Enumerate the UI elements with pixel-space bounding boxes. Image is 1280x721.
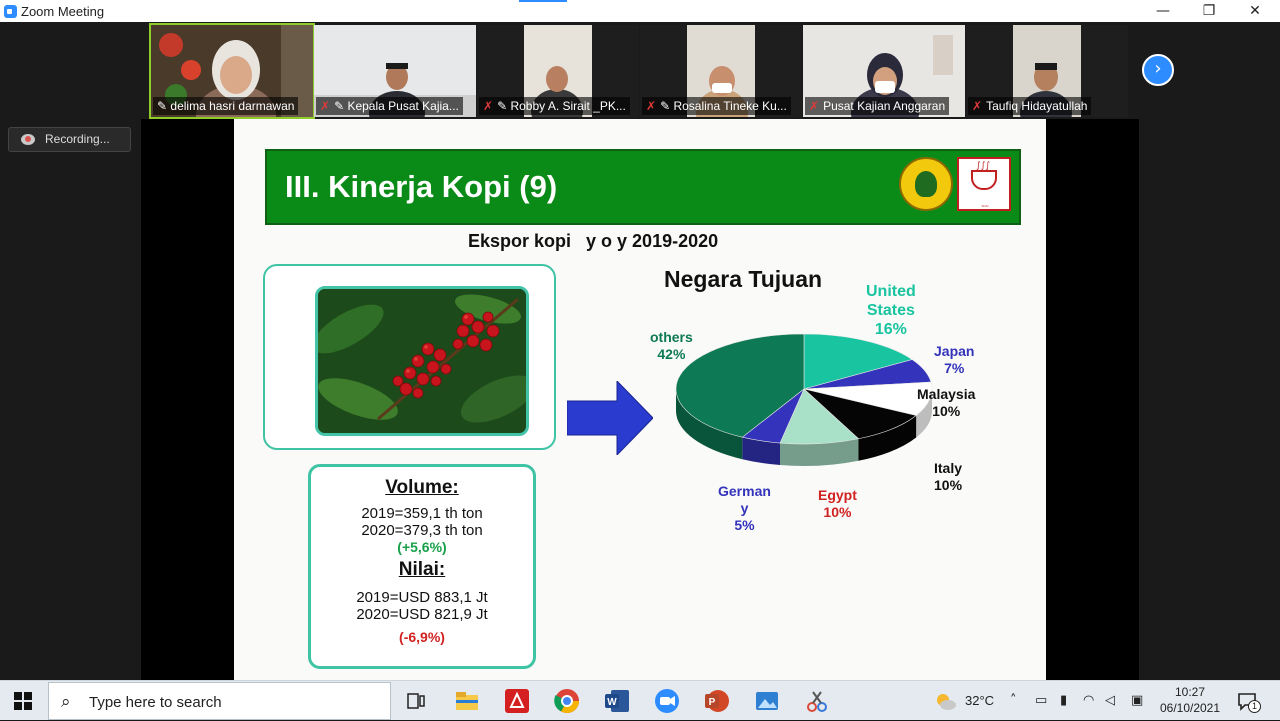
svg-text:W: W	[607, 697, 617, 708]
muted-mic-icon: ✗	[320, 99, 331, 113]
maximize-button[interactable]: ❐	[1186, 0, 1232, 22]
logo-text: SCAI	[981, 204, 989, 208]
value-change: (-6,9%)	[399, 629, 445, 645]
svg-text:P: P	[709, 697, 716, 708]
search-icon: ⌕	[61, 692, 71, 712]
next-page-button[interactable]: ›	[1142, 54, 1174, 86]
participant-name: delima hasri darmawan	[170, 99, 295, 113]
muted-mic-icon: ✗	[972, 99, 983, 113]
show-hidden-icons-chevron-icon[interactable]: ˄	[1010, 681, 1017, 721]
windows-start-button[interactable]	[14, 692, 32, 710]
volume-2019: 2019=359,1 th ton	[361, 505, 483, 522]
image-frame	[263, 264, 556, 450]
pin-icon: ✎	[157, 99, 171, 113]
windows-taskbar: ⌕ Type here to search W P 32°C ˄ ▭ ▮ ◠ ◁…	[0, 680, 1280, 720]
taskbar-search-box[interactable]: ⌕ Type here to search	[48, 682, 391, 720]
pin-icon: ✎	[497, 99, 511, 113]
word-icon[interactable]: W	[603, 687, 631, 715]
display-icon[interactable]: ▣	[1131, 681, 1143, 721]
microphone-icon[interactable]: ▮	[1060, 681, 1067, 721]
close-button[interactable]: ✕	[1232, 0, 1278, 22]
pie-label-others: others 42%	[650, 329, 693, 362]
meet-now-icon[interactable]: ▭	[1035, 681, 1047, 721]
participant-name: Taufiq Hidayatullah	[986, 99, 1088, 113]
volume-2020: 2020=379,3 th ton	[361, 522, 483, 539]
participant-strip: ✎ delima hasri darmawan ✗ ✎ Kepala Pusat …	[0, 22, 1280, 119]
wifi-icon[interactable]: ◠	[1083, 681, 1094, 721]
zoom-taskbar-icon[interactable]	[653, 687, 681, 715]
volume-change: (+5,6%)	[397, 539, 447, 555]
clock-date: 06/10/2021	[1159, 701, 1221, 715]
export-summary-box: Volume: 2019=359,1 th ton 2020=379,3 th …	[308, 464, 536, 669]
participant-name: Pusat Kajian Anggaran	[823, 99, 946, 113]
value-heading: Nilai:	[398, 559, 446, 580]
pie-label-malaysia: Malaysia 10%	[917, 386, 976, 419]
window-titlebar: Zoom Meeting — ❐ ✕	[0, 0, 1280, 22]
record-icon	[21, 134, 35, 145]
recording-indicator[interactable]: Recording...	[8, 127, 131, 152]
volume-icon[interactable]: ◁	[1105, 681, 1115, 721]
participant-name: Robby A. Sirait _PK...	[510, 99, 626, 113]
muted-mic-icon: ✗	[646, 99, 657, 113]
slide-banner: III. Kinerja Kopi (9) ∫∫∫ SCAI	[265, 149, 1021, 225]
zoom-app-icon	[4, 5, 17, 18]
notification-count: 1	[1248, 700, 1261, 713]
slide-title: III. Kinerja Kopi (9)	[285, 169, 558, 204]
pie-label-japan: Japan 7%	[934, 343, 975, 376]
chrome-icon[interactable]	[553, 687, 581, 715]
snipping-tool-icon[interactable]	[803, 687, 831, 715]
weather-sun-icon[interactable]	[934, 691, 956, 711]
participant-tile[interactable]: ✗ Pusat Kajian Anggaran	[803, 25, 965, 117]
pin-icon: ✎	[660, 99, 674, 113]
participant-name: Kepala Pusat Kajia...	[347, 99, 459, 113]
chart-title: Negara Tujuan	[664, 266, 823, 292]
system-clock[interactable]: 10:27 06/10/2021	[1150, 684, 1230, 716]
pin-icon: ✎	[334, 99, 348, 113]
search-placeholder: Type here to search	[89, 694, 222, 711]
coffee-association-logo-icon: ∫∫∫ SCAI	[957, 157, 1011, 211]
coffee-cherries-photo	[315, 286, 529, 436]
recording-label: Recording...	[45, 132, 110, 146]
window-title: Zoom Meeting	[21, 4, 105, 19]
powerpoint-icon[interactable]: P	[703, 687, 731, 715]
muted-mic-icon: ✗	[809, 99, 820, 113]
participant-tile[interactable]: ✗ ✎ Kepala Pusat Kajia...	[314, 25, 476, 117]
value-2020: 2020=USD 821,9 Jt	[356, 606, 488, 623]
minimize-button[interactable]: —	[1140, 0, 1186, 22]
task-view-icon[interactable]	[402, 687, 430, 715]
photos-icon[interactable]	[753, 687, 781, 715]
acrobat-icon[interactable]	[503, 687, 531, 715]
weather-temperature[interactable]: 32°C	[965, 681, 994, 721]
presentation-slide: III. Kinerja Kopi (9) ∫∫∫ SCAI Ekspor ko…	[234, 119, 1046, 680]
participant-tile[interactable]: ✗ ✎ Rosalina Tineke Ku...	[640, 25, 802, 117]
active-view-indicator	[519, 0, 567, 2]
participant-tile[interactable]: ✗ ✎ Robby A. Sirait _PK...	[477, 25, 639, 117]
pie-chart	[675, 333, 933, 466]
arrow-right-icon	[567, 381, 653, 455]
clock-time: 10:27	[1174, 685, 1206, 699]
pie-label-italy: Italy 10%	[934, 460, 963, 493]
pie-label-united-states: United States 16%	[866, 283, 916, 338]
muted-mic-icon: ✗	[483, 99, 494, 113]
volume-heading: Volume:	[385, 477, 459, 498]
pie-label-germany: German y 5%	[718, 483, 771, 533]
ministry-logo-icon	[899, 157, 953, 211]
pie-label-egypt: Egypt 10%	[818, 487, 857, 520]
participant-tile[interactable]: ✗ Taufiq Hidayatullah	[966, 25, 1128, 117]
participant-tile[interactable]: ✎ delima hasri darmawan	[149, 23, 315, 119]
notification-center-button[interactable]: 1	[1236, 690, 1261, 713]
participant-name: Rosalina Tineke Ku...	[673, 99, 787, 113]
value-2019: 2019=USD 883,1 Jt	[356, 589, 488, 606]
slide-subtitle: Ekspor kopi y o y 2019-2020	[468, 231, 719, 251]
file-explorer-icon[interactable]	[453, 687, 481, 715]
